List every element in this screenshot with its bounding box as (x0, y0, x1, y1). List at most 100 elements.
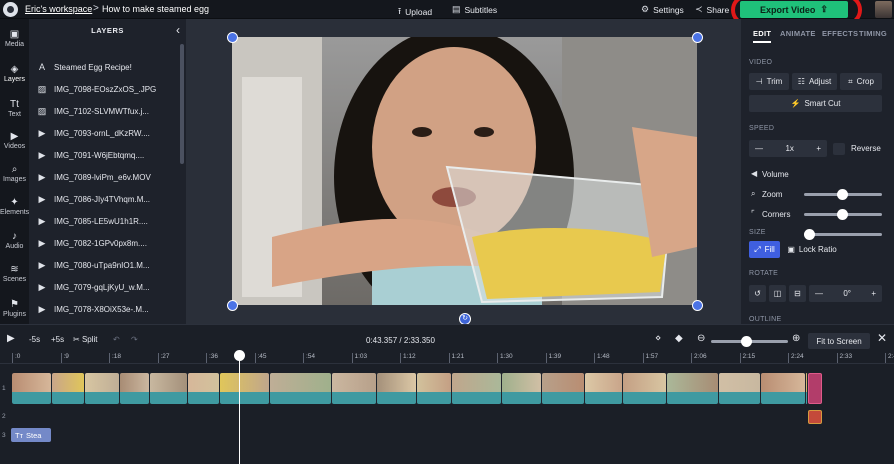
video-clip[interactable] (502, 373, 541, 404)
layer-item[interactable]: ▶ IMG_7089-lviPm_e6v.MOV (37, 169, 177, 185)
video-clip[interactable] (719, 373, 760, 404)
video-clip[interactable] (452, 373, 501, 404)
video-clip[interactable] (270, 373, 331, 404)
layer-item[interactable]: ▶ IMG_7078-X8OiX53e-.M... (37, 301, 177, 317)
volume-slider-knob[interactable] (836, 189, 848, 200)
video-clip[interactable] (667, 373, 718, 404)
layer-item[interactable]: ▶ IMG_7082-1GPv0px8m.... (37, 235, 177, 251)
lock-ratio-button[interactable]: ▣ Lock Ratio (784, 241, 840, 258)
rail-item-plugins[interactable]: ⚑ Plugins (0, 299, 29, 318)
adjust-button[interactable]: ☷ Adjust (792, 73, 837, 90)
image-clip[interactable] (808, 373, 822, 404)
tab-edit[interactable]: EDIT (753, 29, 772, 43)
rail-item-text[interactable]: Tt Text (0, 99, 29, 118)
flip-horizontal-button[interactable]: ◫ (769, 285, 786, 302)
rotate-stepper[interactable]: — 0° + (809, 285, 882, 302)
settings-button[interactable]: ⚙ Settings (641, 4, 684, 15)
back-5s-button[interactable]: -5s (29, 335, 40, 344)
corners-slider[interactable] (804, 229, 882, 240)
zoom-slider[interactable] (804, 209, 882, 220)
fill-button[interactable]: ⤢ Fill (749, 241, 780, 258)
video-clip[interactable] (85, 373, 119, 404)
video-clip[interactable] (150, 373, 187, 404)
layers-scrollbar[interactable] (180, 44, 184, 164)
share-button[interactable]: ≺ Share (695, 4, 729, 15)
workspace-link[interactable]: Eric's workspace (25, 4, 92, 14)
tab-timing[interactable]: TIMING (859, 29, 887, 38)
volume-slider[interactable] (804, 189, 882, 200)
video-clip[interactable] (188, 373, 219, 404)
corners-slider-knob[interactable] (804, 229, 815, 240)
rail-item-layers[interactable]: ◈ Layers (0, 64, 29, 83)
rail-item-scenes[interactable]: ≋ Scenes (0, 264, 29, 283)
video-clip[interactable] (542, 373, 584, 404)
layer-item[interactable]: ▨ IMG_7102-SLVMWTfux.j... (37, 103, 177, 119)
plus-icon[interactable]: + (871, 289, 876, 298)
tab-effects[interactable]: EFFECTS (822, 29, 858, 38)
layer-item[interactable]: ▶ IMG_7080-uTpa9nIO1.M... (37, 257, 177, 273)
rail-item-videos[interactable]: ▶ Videos (0, 131, 29, 150)
crop-button[interactable]: ⌗ Crop (840, 73, 882, 90)
timeline-zoom-knob[interactable] (740, 336, 752, 347)
video-clip[interactable] (377, 373, 416, 404)
tab-animate[interactable]: ANIMATE (780, 29, 816, 38)
close-icon[interactable]: ✕ (877, 331, 887, 345)
reverse-checkbox[interactable] (833, 143, 845, 155)
video-track[interactable] (12, 373, 822, 404)
resize-handle-top-left[interactable] (227, 32, 238, 43)
minus-icon[interactable]: — (815, 289, 823, 298)
layer-item[interactable]: ▶ IMG_7086-JIy4TVhqm.M... (37, 191, 177, 207)
undo-icon[interactable]: ↶ (113, 335, 120, 344)
video-clip[interactable] (585, 373, 622, 404)
video-clip[interactable] (761, 373, 805, 404)
layer-item[interactable]: A Steamed Egg Recipe! (37, 59, 177, 75)
rail-item-media[interactable]: ▣ Media (0, 29, 29, 48)
subtitles-button[interactable]: ▤ Subtitles (452, 4, 497, 15)
resize-handle-top-right[interactable] (692, 32, 703, 43)
video-clip[interactable] (12, 373, 51, 404)
zoom-slider-knob[interactable] (836, 209, 848, 220)
flip-vertical-button[interactable]: ⊟ (789, 285, 806, 302)
fit-to-screen-button[interactable]: Fit to Screen (808, 333, 870, 349)
plus-icon[interactable]: + (816, 144, 821, 153)
minus-icon[interactable]: — (755, 144, 763, 153)
layer-item[interactable]: ▶ IMG_7085-LE5wU1h1R.... (37, 213, 177, 229)
chevron-left-icon[interactable]: ‹ (176, 23, 180, 37)
video-frame[interactable] (232, 37, 697, 305)
rail-item-elements[interactable]: ✦ Elements (0, 197, 29, 216)
split-view-icon[interactable]: ◆ (675, 333, 683, 344)
upload-button[interactable]: ⭱ Upload (398, 4, 432, 20)
zoom-in-icon[interactable]: ⊕ (792, 333, 800, 344)
video-clip[interactable] (417, 373, 451, 404)
layer-item[interactable]: ▨ IMG_7098-EOszZxOS_.JPG (37, 81, 177, 97)
time-ruler[interactable]: :0:9:18:27:36:45:54 1:03 1:12 1:21 1:30 1:39 1… (0, 352, 894, 364)
video-clip[interactable] (120, 373, 149, 404)
rail-item-audio[interactable]: ♪ Audio (0, 231, 29, 250)
split-button[interactable]: ✂ Split (73, 335, 98, 344)
snap-icon[interactable]: ⋄ (655, 333, 661, 344)
image-clip-thumbnail[interactable] (808, 410, 822, 424)
zoom-out-icon[interactable]: ⊖ (697, 333, 705, 344)
video-clip[interactable] (332, 373, 376, 404)
redo-icon[interactable]: ↷ (131, 335, 138, 344)
layer-item[interactable]: ▶ IMG_7079-gqLjKyU_w.M... (37, 279, 177, 295)
video-clip[interactable] (806, 373, 807, 404)
rail-item-images[interactable]: ⌕ Images (0, 164, 29, 183)
layer-item[interactable]: ▶ IMG_7091-W6jEbtqmq.... (37, 147, 177, 163)
resize-handle-bottom-right[interactable] (692, 300, 703, 311)
trim-button[interactable]: ⊣ Trim (749, 73, 789, 90)
project-title[interactable]: How to make steamed egg (102, 4, 209, 14)
resize-handle-bottom-left[interactable] (227, 300, 238, 311)
app-logo-icon[interactable] (3, 2, 18, 17)
video-clip[interactable] (623, 373, 666, 404)
rotate-left-button[interactable]: ↺ (749, 285, 766, 302)
playhead[interactable] (234, 350, 245, 464)
smart-cut-button[interactable]: ⚡ Smart Cut (749, 95, 882, 112)
video-clip[interactable] (52, 373, 84, 404)
forward-5s-button[interactable]: +5s (51, 335, 64, 344)
avatar[interactable] (875, 1, 892, 18)
video-clip[interactable] (220, 373, 269, 404)
layer-item[interactable]: ▶ IMG_7093-ornL_dKzRW.... (37, 125, 177, 141)
text-clip[interactable]: Tт Stea (11, 428, 51, 442)
speed-stepper[interactable]: — 1x + (749, 140, 827, 157)
